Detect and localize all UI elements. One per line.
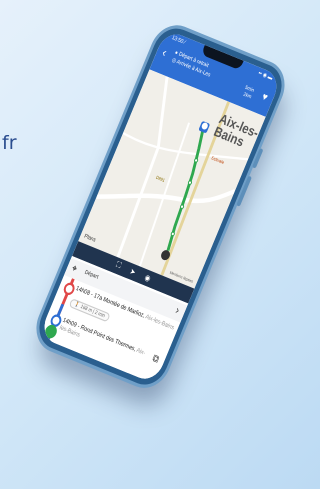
chevron-right-icon[interactable]: › — [173, 304, 181, 317]
locate-icon[interactable]: ➤ — [128, 267, 137, 278]
phone-screen: 13:50 ⁄ ▪▪ ◉ ▬ ‹ ● Départ à retrait ◎ Ar… — [38, 29, 283, 385]
compass-icon[interactable]: ◉ — [143, 273, 152, 284]
fullscreen-icon[interactable]: ⛶ — [114, 261, 122, 271]
departure-label: Départ — [83, 269, 100, 281]
book-icon[interactable]: ⧉ — [150, 352, 161, 366]
heart-icon[interactable]: ♥ — [260, 91, 269, 104]
side-button — [252, 148, 264, 169]
step-2-city: Aix-les-Bains — [58, 324, 147, 358]
trip-stats: 5min 2km — [241, 84, 255, 100]
background-text: fr — [2, 132, 17, 154]
step-2[interactable]: 14h09 - Rond Point des Thermes, Aix-les-… — [58, 317, 149, 366]
phone-device: 13:50 ⁄ ▪▪ ◉ ▬ ‹ ● Départ à retrait ◎ Ar… — [32, 22, 289, 392]
location-pin-icon: ⌖ — [70, 261, 80, 275]
chevron-left-icon[interactable]: ‹ — [160, 46, 169, 60]
